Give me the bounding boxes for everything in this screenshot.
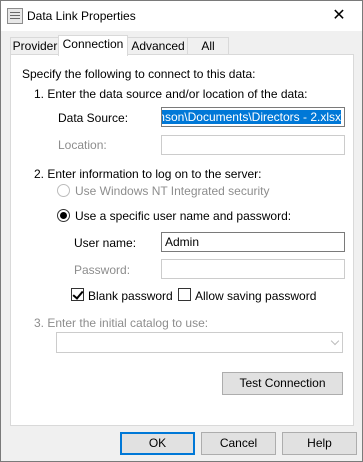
data-source-selected-text: hanson\Documents\Directors - 2.xlsx — [162, 110, 341, 124]
ok-button[interactable]: OK — [120, 432, 195, 455]
allow-saving-label: Allow saving password — [195, 289, 317, 303]
initial-catalog-combo[interactable] — [56, 332, 343, 353]
username-label: User name: — [74, 236, 137, 250]
radio-nt-security-label: Use Windows NT Integrated security — [75, 184, 270, 198]
allow-saving-checkbox[interactable] — [178, 288, 191, 301]
window-title: Data Link Properties — [27, 9, 136, 23]
location-label: Location: — [58, 138, 107, 152]
blank-password-label: Blank password — [88, 289, 173, 303]
blank-password-checkbox[interactable] — [71, 288, 84, 301]
password-label: Password: — [74, 263, 131, 277]
password-input[interactable] — [161, 259, 345, 279]
tab-provider[interactable]: Provider — [10, 37, 60, 55]
chevron-down-icon — [330, 336, 340, 346]
cancel-button[interactable]: Cancel — [201, 432, 276, 455]
step3-label: 3. Enter the initial catalog to use: — [34, 316, 209, 330]
help-button[interactable]: Help — [282, 432, 357, 455]
data-source-label: Data Source: — [58, 111, 129, 125]
data-link-icon — [7, 8, 23, 24]
step1-label: 1. Enter the data source and/or location… — [34, 87, 308, 101]
tab-connection[interactable]: Connection — [58, 35, 128, 56]
data-source-input[interactable]: hanson\Documents\Directors - 2.xlsx — [161, 107, 345, 127]
title-bar: Data Link Properties ✕ — [1, 1, 362, 31]
radio-nt-security[interactable] — [57, 184, 70, 197]
step2-label: 2. Enter information to log on to the se… — [34, 167, 262, 181]
test-connection-button[interactable]: Test Connection — [222, 372, 343, 395]
check-icon — [72, 288, 84, 300]
dialog-window: Data Link Properties ✕ Provider Connecti… — [0, 0, 363, 462]
radio-selected-dot — [60, 212, 67, 219]
intro-text: Specify the following to connect to this… — [22, 67, 256, 81]
radio-specific-user-label: Use a specific user name and password: — [75, 209, 292, 223]
location-input[interactable] — [161, 135, 345, 155]
username-input[interactable]: Admin — [161, 232, 345, 252]
close-button[interactable]: ✕ — [317, 1, 361, 31]
tab-advanced[interactable]: Advanced — [127, 37, 189, 55]
radio-specific-user[interactable] — [57, 209, 70, 222]
tab-all[interactable]: All — [187, 37, 229, 55]
connection-panel: Specify the following to connect to this… — [10, 54, 354, 426]
